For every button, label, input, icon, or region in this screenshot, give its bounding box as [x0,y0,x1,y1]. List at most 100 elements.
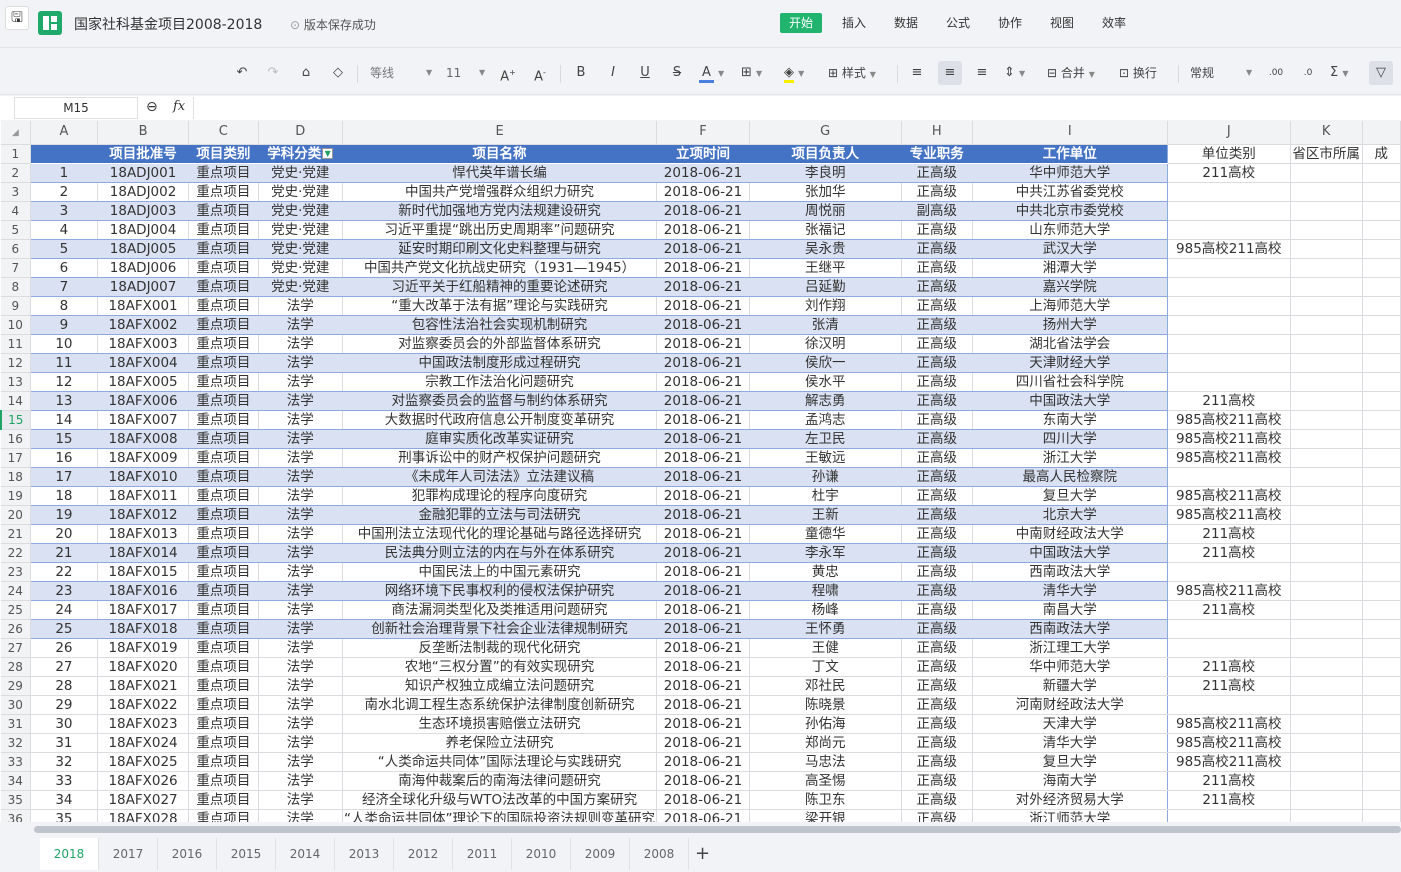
cell[interactable]: 法学 [258,714,343,734]
column-header[interactable]: C [188,121,259,145]
cell[interactable] [1290,182,1363,202]
row-header[interactable]: 5 [1,220,31,240]
cell[interactable] [1167,562,1291,582]
cell[interactable]: 法学 [258,790,343,810]
cell[interactable]: 徐汉明 [749,334,902,354]
cell[interactable]: 海南大学 [972,771,1168,791]
cell[interactable]: 正高级 [901,752,973,772]
cell[interactable]: 985高校211高校 [1167,581,1291,601]
cell[interactable]: 重点项目 [188,524,259,544]
cell[interactable]: 17 [30,467,99,487]
cell[interactable]: 法学 [258,486,343,506]
cell[interactable]: 法学 [258,638,343,658]
cell[interactable] [1362,353,1401,373]
cell[interactable]: 南海仲裁案后的南海法律问题研究 [342,771,658,791]
cell[interactable] [1290,771,1363,791]
cell[interactable]: 2018-06-21 [656,353,750,373]
cell[interactable] [1290,657,1363,677]
sheet-tab-2011[interactable]: 2011 [453,838,512,870]
header-cell[interactable]: 项目类别 [188,144,259,164]
name-box[interactable]: M15 [14,97,138,119]
cell[interactable]: 18 [30,486,99,506]
cell[interactable]: 王怀勇 [749,619,902,639]
cell[interactable]: 18ADJ003 [97,201,189,221]
cell[interactable]: 孙佑海 [749,714,902,734]
cell[interactable]: 18AFX006 [97,391,189,411]
cell[interactable]: 985高校211高校 [1167,429,1291,449]
row-header[interactable]: 15 [0,410,31,430]
cell[interactable]: 2018-06-21 [656,733,750,753]
cell[interactable] [1362,448,1401,468]
cell[interactable]: 18AFX016 [97,581,189,601]
cell[interactable]: 法学 [258,676,343,696]
cell[interactable]: 正高级 [901,315,973,335]
cell[interactable]: 25 [30,619,99,639]
header-cell[interactable]: 省区市所属 [1290,144,1363,164]
cell[interactable]: 2018-06-21 [656,429,750,449]
cell[interactable]: 悍代英年谱长编 [342,163,658,183]
cell[interactable] [1362,619,1401,639]
column-header[interactable]: F [656,121,750,145]
cell[interactable]: 党史·党建 [258,182,343,202]
cell[interactable]: 王继平 [749,258,902,278]
align-center-icon[interactable]: ≡ [938,61,962,85]
cell[interactable] [1290,315,1363,335]
row-header[interactable]: 2 [1,163,31,183]
cell[interactable] [1362,752,1401,772]
row-header[interactable]: 10 [1,315,31,335]
cell[interactable]: 18AFX027 [97,790,189,810]
cell[interactable]: 党史·党建 [258,220,343,240]
format-painter-icon[interactable]: ⌂ [296,61,316,85]
cell[interactable]: 正高级 [901,600,973,620]
column-header[interactable]: K [1290,121,1363,145]
cell[interactable]: 211高校 [1167,676,1291,696]
cell[interactable]: 复旦大学 [972,486,1168,506]
column-header[interactable]: E [342,121,658,145]
cell[interactable] [1290,733,1363,753]
cell[interactable]: 重点项目 [188,543,259,563]
cell[interactable]: 重点项目 [188,752,259,772]
cell[interactable]: 西南政法大学 [972,619,1168,639]
row-header[interactable]: 35 [1,790,31,810]
cell[interactable] [1290,277,1363,297]
row-header[interactable]: 28 [1,657,31,677]
sheet-tab-2014[interactable]: 2014 [276,838,335,870]
cell[interactable]: 党史·党建 [258,277,343,297]
cell[interactable]: 26 [30,638,99,658]
cell[interactable]: 重点项目 [188,771,259,791]
cell[interactable] [1290,163,1363,183]
cell[interactable]: 2 [30,182,99,202]
cell[interactable]: 华中师范大学 [972,163,1168,183]
cell[interactable]: 正高级 [901,562,973,582]
cell[interactable]: 金融犯罪的立法与司法研究 [342,505,658,525]
cell[interactable]: 扬州大学 [972,315,1168,335]
cell[interactable]: 庭审实质化改革实证研究 [342,429,658,449]
row-header[interactable]: 7 [1,258,31,278]
column-header[interactable]: H [901,121,973,145]
cell[interactable]: 211高校 [1167,524,1291,544]
cell[interactable]: 重点项目 [188,315,259,335]
row-header[interactable]: 16 [1,429,31,449]
cell[interactable] [1290,790,1363,810]
cell[interactable]: 法学 [258,391,343,411]
cell[interactable]: 反垄断法制裁的现代化研究 [342,638,658,658]
cell[interactable]: 正高级 [901,163,973,183]
cell[interactable]: 31 [30,733,99,753]
cell[interactable]: 2018-06-21 [656,809,750,822]
cell[interactable]: 23 [30,581,99,601]
cell[interactable]: 重点项目 [188,163,259,183]
bold-icon[interactable]: B [571,61,591,85]
cell[interactable]: 985高校211高校 [1167,239,1291,259]
cell[interactable]: 重点项目 [188,410,259,430]
cell[interactable] [1290,448,1363,468]
cell[interactable]: 2018-06-21 [656,182,750,202]
vertical-align-icon[interactable]: ⇕ ▼ [1004,61,1036,85]
cell[interactable] [1290,353,1363,373]
cell[interactable]: 正高级 [901,524,973,544]
header-cell[interactable] [30,144,99,164]
header-cell[interactable]: 立项时间 [656,144,750,164]
cell[interactable]: 正高级 [901,448,973,468]
cell[interactable]: 正高级 [901,657,973,677]
cell[interactable]: 32 [30,752,99,772]
cell[interactable] [1362,163,1401,183]
